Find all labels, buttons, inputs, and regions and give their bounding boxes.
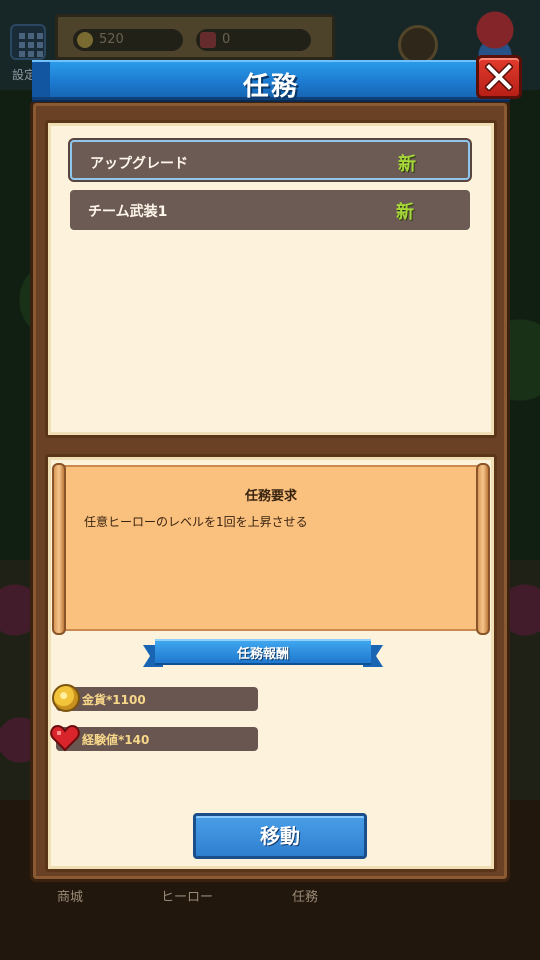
reward-header-ribbon: 任務報酬 bbox=[143, 639, 383, 669]
resource-hud: 520 0 bbox=[55, 14, 335, 60]
requirement-scroll: 任務要求 任意ヒーローのレベルを1回を上昇させる bbox=[52, 463, 490, 635]
quest-label: アップグレード bbox=[90, 156, 188, 172]
coin-count: 520 bbox=[99, 32, 124, 47]
close-button[interactable] bbox=[476, 55, 522, 99]
menu-grid-icon[interactable] bbox=[10, 24, 46, 60]
dialog-title: 任務 bbox=[242, 72, 299, 102]
quest-detail-panel: 任務要求 任意ヒーローのレベルを1回を上昇させる 任務報酬 金貨*1100 経験… bbox=[45, 454, 497, 872]
reward-text: 金貨*1100 bbox=[82, 693, 146, 707]
gem-icon bbox=[200, 32, 216, 48]
gem-count: 0 bbox=[222, 32, 231, 47]
coin-icon bbox=[77, 32, 93, 48]
coin-counter: 520 bbox=[73, 29, 183, 51]
reward-text: 経験値*140 bbox=[82, 733, 150, 747]
quest-item-team-armament[interactable]: チーム武装1 新 bbox=[70, 190, 470, 230]
requirement-description: 任意ヒーローのレベルを1回を上昇させる bbox=[84, 515, 308, 529]
quest-item-upgrade[interactable]: アップグレード 新 bbox=[70, 140, 470, 180]
quest-dialog: アップグレード 新 チーム武装1 新 任務要求 任意ヒーローのレベルを1回を上昇… bbox=[30, 100, 510, 882]
dialog-title-bar: 任務 bbox=[32, 60, 510, 102]
quest-label: チーム武装1 bbox=[88, 204, 168, 220]
quest-list-panel: アップグレード 新 チーム武装1 新 bbox=[45, 120, 497, 438]
close-x-icon bbox=[485, 63, 513, 91]
move-button[interactable]: 移動 bbox=[193, 813, 367, 859]
new-badge: 新 bbox=[398, 154, 416, 175]
reward-header: 任務報酬 bbox=[236, 647, 289, 662]
requirement-title: 任務要求 bbox=[244, 489, 297, 504]
heart-icon bbox=[50, 724, 80, 752]
reward-experience: 経験値*140 bbox=[50, 724, 258, 752]
new-badge: 新 bbox=[396, 202, 414, 223]
nav-heroes: ヒーロー bbox=[160, 890, 213, 905]
reward-gold: 金貨*1100 bbox=[52, 684, 258, 712]
coin-icon bbox=[52, 684, 80, 712]
gem-counter: 0 bbox=[196, 29, 311, 51]
nav-quests: 任務 bbox=[291, 890, 318, 905]
lamp-icon bbox=[398, 25, 438, 65]
nav-shop: 商城 bbox=[56, 890, 83, 905]
